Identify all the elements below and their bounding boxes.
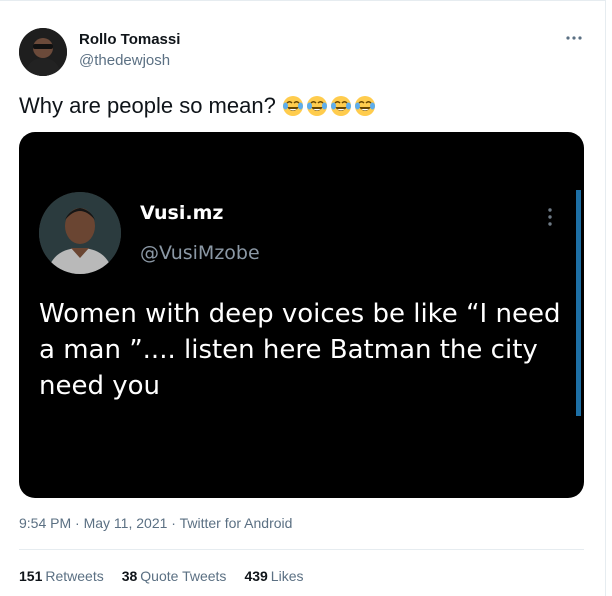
tweet-text-content: Why are people so mean? bbox=[19, 93, 276, 118]
author-handle[interactable]: @thedewjosh bbox=[79, 52, 170, 69]
face-with-tears-of-joy-icon bbox=[306, 96, 327, 116]
face-with-tears-of-joy-icon bbox=[330, 96, 351, 116]
quoted-author-avatar bbox=[39, 192, 121, 274]
meta-separator: · bbox=[75, 515, 80, 531]
retweets-count: 151 bbox=[19, 568, 43, 584]
more-dots-icon bbox=[566, 36, 582, 40]
face-with-tears-of-joy-icon bbox=[354, 96, 375, 116]
quote-tweets-label: Quote Tweets bbox=[140, 568, 227, 584]
divider bbox=[19, 549, 584, 550]
tweet-time[interactable]: 9:54 PM bbox=[19, 515, 71, 531]
quote-tweets-count: 38 bbox=[121, 568, 138, 584]
more-options-button[interactable] bbox=[560, 27, 588, 49]
quoted-author-name: Vusi.mz bbox=[140, 202, 224, 224]
likes-stat[interactable]: 439 Likes bbox=[244, 568, 303, 584]
quoted-tweet-text: Women with deep voices be like “I need a… bbox=[39, 299, 561, 401]
vertical-dots-icon bbox=[548, 208, 552, 226]
quote-tweets-stat[interactable]: 38 Quote Tweets bbox=[122, 568, 227, 584]
author-avatar-image bbox=[19, 28, 67, 76]
meta-separator: · bbox=[171, 515, 176, 531]
face-with-tears-of-joy-icon bbox=[282, 96, 303, 116]
author-name[interactable]: Rollo Tomassi bbox=[79, 31, 180, 48]
emoji-group bbox=[282, 95, 376, 117]
retweets-stat[interactable]: 151 Retweets bbox=[19, 568, 104, 584]
media-scroll-indicator bbox=[576, 190, 581, 416]
likes-count: 439 bbox=[244, 568, 268, 584]
tweet-source[interactable]: Twitter for Android bbox=[180, 515, 293, 531]
tweet-media-image[interactable]: Vusi.mz @VusiMzobe Women with deep voice… bbox=[19, 132, 584, 498]
likes-label: Likes bbox=[270, 568, 304, 584]
quoted-more-icon bbox=[543, 206, 557, 228]
retweets-label: Retweets bbox=[45, 568, 104, 584]
quoted-author-avatar-image bbox=[39, 192, 121, 274]
quoted-author-handle: @VusiMzobe bbox=[140, 242, 260, 264]
tweet-card: Rollo Tomassi @thedewjosh Why are people… bbox=[0, 0, 606, 596]
author-avatar[interactable] bbox=[19, 28, 67, 76]
tweet-stats: 151 Retweets 38 Quote Tweets 439 Likes bbox=[19, 568, 303, 584]
tweet-meta: 9:54 PM · May 11, 2021 · Twitter for And… bbox=[19, 515, 292, 531]
tweet-date[interactable]: May 11, 2021 bbox=[84, 515, 168, 531]
tweet-text: Why are people so mean? bbox=[19, 93, 376, 119]
